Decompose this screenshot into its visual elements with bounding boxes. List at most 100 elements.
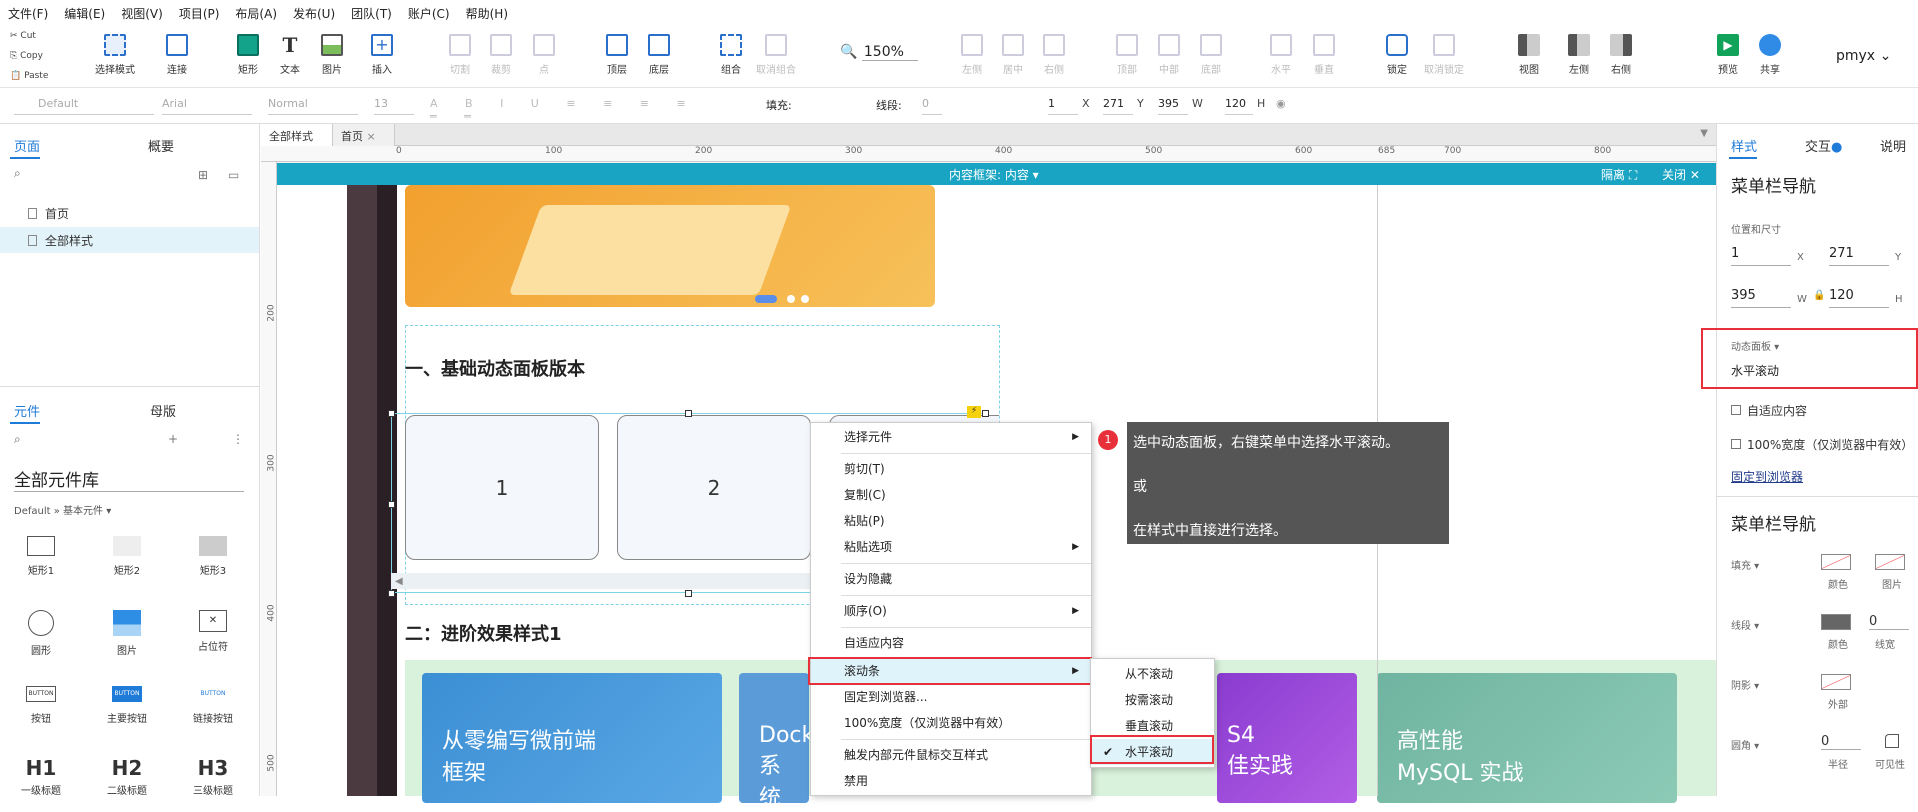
align-middle-button[interactable]: 中部 <box>1145 34 1193 76</box>
crop-button[interactable]: 裁剪 <box>477 34 525 76</box>
pin-to-browser-link[interactable]: 固定到浏览器 <box>1731 468 1803 485</box>
menu-publish[interactable]: 发布(U) <box>293 5 335 22</box>
font-size-select[interactable]: 13 <box>374 97 414 115</box>
image-button[interactable]: 图片 <box>308 34 356 76</box>
widget-primary-button[interactable]: BUTTON 主要按钮 <box>97 686 157 725</box>
w-input[interactable]: 395 <box>1158 97 1188 115</box>
stroke-width-input[interactable]: 0 <box>922 97 942 115</box>
shadow-swatch[interactable] <box>1821 674 1851 690</box>
rect-button[interactable]: 矩形 <box>224 34 272 76</box>
close-frame-button[interactable]: 关闭 ✕ <box>1662 166 1700 183</box>
ungroup-button[interactable]: 取消组合 <box>752 34 800 76</box>
full-width-checkbox[interactable]: 100%宽度（仅浏览器中有效） <box>1731 436 1913 453</box>
resize-handle[interactable] <box>388 590 395 597</box>
widget-placeholder[interactable]: ✕ 占位符 <box>183 610 243 653</box>
widget-button[interactable]: BUTTON 按钮 <box>11 686 71 725</box>
ctx-hide[interactable]: 设为隐藏 <box>811 567 1091 591</box>
ctx-select-widget[interactable]: 选择元件 ▶ <box>811 425 1091 449</box>
left-panel-toggle[interactable]: 左侧 <box>1555 34 1603 76</box>
pos-x-input[interactable]: 1 <box>1731 246 1791 266</box>
connect-button[interactable]: 连接 <box>153 34 201 76</box>
tab-masters[interactable]: 母版 <box>150 401 176 420</box>
resize-handle[interactable] <box>388 410 395 417</box>
cut-button[interactable]: ✂ Cut <box>10 31 36 41</box>
x-input[interactable]: 1 <box>1048 97 1078 115</box>
style-select[interactable]: Default <box>14 97 154 115</box>
radius-input[interactable]: 0 <box>1821 734 1861 750</box>
banner-dot[interactable] <box>787 295 795 303</box>
ctx-order[interactable]: 顺序(O) ▶ <box>811 599 1091 623</box>
y-input[interactable]: 271 <box>1103 97 1133 115</box>
lock-ratio-icon[interactable]: 🔒 <box>1813 290 1825 301</box>
resize-handle[interactable] <box>685 590 692 597</box>
add-library-icon[interactable]: + <box>168 432 178 446</box>
course-card-1[interactable]: 从零编写微前端 框架 <box>422 673 722 803</box>
sub-auto-scroll[interactable]: 按需滚动 <box>1091 687 1214 713</box>
tab-outline[interactable]: 概要 <box>148 136 174 155</box>
widget-h1[interactable]: H1 一级标题 <box>11 756 71 797</box>
tab-widgets[interactable]: 元件 <box>14 401 40 420</box>
doc-tab-all-styles[interactable]: 全部样式 × <box>261 124 333 157</box>
resize-handle[interactable] <box>982 410 989 417</box>
tab-list-icon[interactable]: ▼ <box>1700 128 1708 139</box>
page-item-all-styles[interactable]: 全部样式 <box>0 227 259 253</box>
point-button[interactable]: 点 <box>520 34 568 76</box>
corner-icon[interactable] <box>1885 734 1899 748</box>
share-button[interactable]: 共享 <box>1746 34 1794 76</box>
library-select[interactable]: 全部元件库 <box>14 466 244 492</box>
ctx-copy[interactable]: 复制(C) <box>811 483 1091 507</box>
height-input[interactable]: 120 <box>1829 288 1889 308</box>
library-breadcrumb[interactable]: Default » 基本元件 ▾ <box>14 502 111 517</box>
pos-y-input[interactable]: 271 <box>1829 246 1889 266</box>
unlock-button[interactable]: 取消锁定 <box>1420 34 1468 76</box>
add-folder-icon[interactable]: ▭ <box>228 168 239 182</box>
panel-box-2[interactable]: 2 <box>617 415 811 560</box>
widget-h3[interactable]: H3 三级标题 <box>183 756 243 797</box>
more-icon[interactable]: ⋮ <box>232 432 244 446</box>
stroke-width-input[interactable]: 0 <box>1869 614 1909 630</box>
search-icon[interactable]: ⌕ <box>14 166 21 181</box>
course-card-3[interactable]: S4 佳实践 <box>1217 673 1357 803</box>
send-bottom-button[interactable]: 底层 <box>635 34 683 76</box>
weight-select[interactable]: Normal <box>268 97 358 115</box>
close-icon[interactable]: × <box>367 130 376 143</box>
ctx-pin-browser[interactable]: 固定到浏览器... <box>811 685 1091 709</box>
isolate-button[interactable]: 隔离 ⛶ <box>1601 166 1637 183</box>
align-top-button[interactable]: 顶部 <box>1103 34 1151 76</box>
course-card-2[interactable]: Dock 系统 <box>739 673 814 811</box>
group-button[interactable]: 组合 <box>707 34 755 76</box>
fit-content-checkbox[interactable]: 自适应内容 <box>1731 402 1807 419</box>
zoom-control[interactable]: 🔍 150% <box>840 44 918 61</box>
ctx-trigger-mouse[interactable]: 触发内部元件鼠标交互样式 <box>811 743 1091 767</box>
widget-rect2[interactable]: 矩形2 <box>97 536 157 577</box>
menu-project[interactable]: 项目(P) <box>179 5 220 22</box>
ctx-paste[interactable]: 粘贴(P) <box>811 509 1091 533</box>
sub-never-scroll[interactable]: 从不滚动 <box>1091 661 1214 687</box>
menu-layout[interactable]: 布局(A) <box>235 5 277 22</box>
fill-image-swatch[interactable] <box>1875 554 1905 570</box>
widget-name[interactable]: 菜单栏导航 <box>1731 172 1816 197</box>
h-input[interactable]: 120 <box>1225 97 1253 115</box>
ctx-full-width[interactable]: 100%宽度（仅浏览器中有效） <box>811 711 1091 735</box>
ctx-paste-options[interactable]: 粘贴选项 ▶ <box>811 535 1091 559</box>
ctx-fit-content[interactable]: 自适应内容 <box>811 631 1091 655</box>
menu-team[interactable]: 团队(T) <box>351 5 392 22</box>
tab-style[interactable]: 样式 <box>1731 136 1757 155</box>
frame-title[interactable]: 内容框架: 内容 ▾ <box>949 166 1039 183</box>
tab-notes[interactable]: 说明 <box>1880 136 1906 155</box>
scroll-left-icon[interactable]: ◀ <box>391 576 403 587</box>
lock-button[interactable]: 锁定 <box>1373 34 1421 76</box>
banner-dot[interactable] <box>801 295 809 303</box>
widget-circle[interactable]: 圆形 <box>11 610 71 657</box>
menu-view[interactable]: 视图(V) <box>121 5 163 22</box>
width-input[interactable]: 395 <box>1731 288 1791 308</box>
menu-file[interactable]: 文件(F) <box>8 5 48 22</box>
preview-button[interactable]: ▶ 预览 <box>1704 34 1752 76</box>
tab-interaction[interactable]: 交互● <box>1805 136 1842 155</box>
page-item-home[interactable]: 首页 <box>0 200 259 226</box>
align-right-button[interactable]: 右侧 <box>1030 34 1078 76</box>
ctx-disable[interactable]: 禁用 <box>811 769 1091 793</box>
distribute-h-button[interactable]: 水平 <box>1257 34 1305 76</box>
widget-link-button[interactable]: BUTTON 链接按钮 <box>183 686 243 725</box>
lightning-icon[interactable]: ⚡ <box>967 406 981 418</box>
